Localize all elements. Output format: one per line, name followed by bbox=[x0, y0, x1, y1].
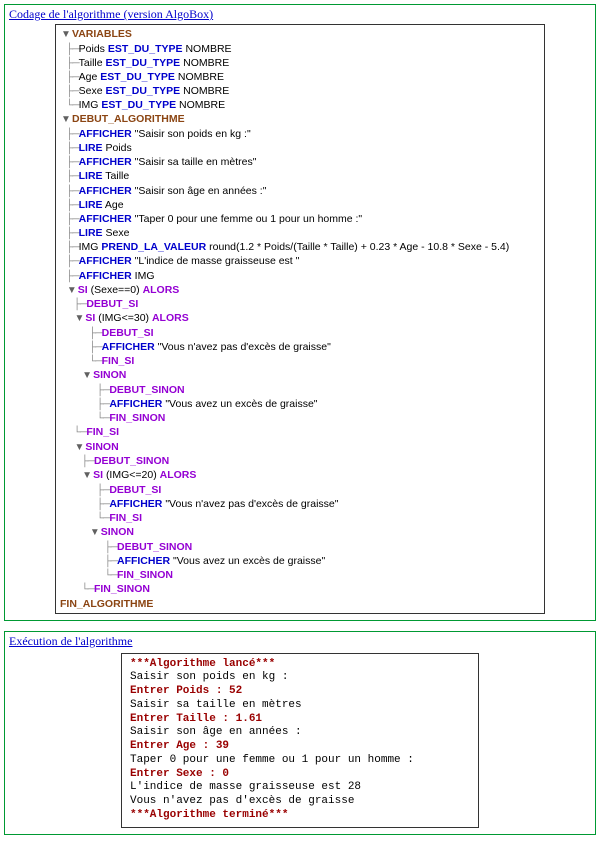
expand-icon: ▼ bbox=[60, 28, 72, 42]
exec-line: ***Algorithme lancé*** bbox=[130, 658, 470, 672]
exec-line: Saisir sa taille en mètres bbox=[130, 699, 470, 713]
var-name: Sexe bbox=[79, 85, 103, 97]
tree-row: ├─AFFICHER "Vous avez un excès de graiss… bbox=[60, 397, 540, 411]
tree-row: ├─DEBUT_SINON bbox=[60, 540, 540, 554]
tree-row: ├─LIRE Poids bbox=[60, 141, 540, 155]
tree-row: ├─AFFICHER "Saisir sa taille en mètres" bbox=[60, 155, 540, 169]
kw-variables: VARIABLES bbox=[72, 28, 132, 40]
exec-line: L'indice de masse graisseuse est 28 bbox=[130, 781, 470, 795]
tree-row: FIN_ALGORITHME bbox=[60, 597, 540, 611]
tree-row: ├─Taille EST_DU_TYPE NOMBRE bbox=[60, 56, 540, 70]
tree-row: ├─DEBUT_SINON bbox=[60, 383, 540, 397]
tree-row: ├─AFFICHER "Vous avez un excès de graiss… bbox=[60, 554, 540, 568]
tree-row: ├─AFFICHER "Saisir son âge en années :" bbox=[60, 184, 540, 198]
tree-row: ├─AFFICHER IMG bbox=[60, 269, 540, 283]
tree-row: ├─AFFICHER "Taper 0 pour une femme ou 1 … bbox=[60, 212, 540, 226]
execution-panel-title: Exécution de l'algorithme bbox=[9, 634, 591, 649]
exec-line: Entrer Age : 39 bbox=[130, 740, 470, 754]
exec-line: Entrer Taille : 1.61 bbox=[130, 713, 470, 727]
exec-line: Entrer Poids : 52 bbox=[130, 685, 470, 699]
tree-row: └─IMG EST_DU_TYPE NOMBRE bbox=[60, 98, 540, 112]
tree-row: ▼SINON bbox=[60, 440, 540, 455]
tree-row: ├─DEBUT_SI bbox=[60, 483, 540, 497]
tree-row: ├─AFFICHER "Vous n'avez pas d'excès de g… bbox=[60, 497, 540, 511]
tree-row: ├─LIRE Taille bbox=[60, 169, 540, 183]
algorithm-tree: ▼VARIABLES ├─Poids EST_DU_TYPE NOMBRE ├─… bbox=[55, 24, 545, 614]
tree-row: └─FIN_SI bbox=[60, 511, 540, 525]
var-name: Age bbox=[79, 71, 98, 83]
tree-row: ├─DEBUT_SINON bbox=[60, 454, 540, 468]
tree-row: ▼SINON bbox=[60, 368, 540, 383]
tree-row: ▼DEBUT_ALGORITHME bbox=[60, 112, 540, 127]
var-name: Poids bbox=[79, 43, 105, 55]
tree-row: ├─LIRE Age bbox=[60, 198, 540, 212]
exec-line: Entrer Sexe : 0 bbox=[130, 768, 470, 782]
expand-icon: ▼ bbox=[73, 441, 85, 455]
tree-row: └─FIN_SI bbox=[60, 354, 540, 368]
exec-line: Vous n'avez pas d'excès de graisse bbox=[130, 795, 470, 809]
execution-output: ***Algorithme lancé*** Saisir son poids … bbox=[121, 653, 479, 828]
tree-row: └─FIN_SI bbox=[60, 425, 540, 439]
code-panel: Codage de l'algorithme (version AlgoBox)… bbox=[4, 4, 596, 621]
expand-icon: ▼ bbox=[66, 284, 78, 298]
tree-row: ├─Sexe EST_DU_TYPE NOMBRE bbox=[60, 84, 540, 98]
code-panel-title: Codage de l'algorithme (version AlgoBox) bbox=[9, 7, 591, 22]
tree-row: ├─LIRE Sexe bbox=[60, 226, 540, 240]
kw-fin-algo: FIN_ALGORITHME bbox=[60, 598, 153, 610]
tree-row: ▼SINON bbox=[60, 525, 540, 540]
tree-row: ▼SI (IMG<=20) ALORS bbox=[60, 468, 540, 483]
tree-row: ├─DEBUT_SI bbox=[60, 297, 540, 311]
var-name: IMG bbox=[79, 99, 99, 111]
kw-debut-algo: DEBUT_ALGORITHME bbox=[72, 113, 185, 125]
tree-row: ▼VARIABLES bbox=[60, 27, 540, 42]
expand-icon: ▼ bbox=[60, 113, 72, 127]
tree-row: └─FIN_SINON bbox=[60, 568, 540, 582]
tree-row: ├─AFFICHER "L'indice de masse graisseuse… bbox=[60, 254, 540, 268]
exec-line: Taper 0 pour une femme ou 1 pour un homm… bbox=[130, 754, 470, 768]
var-name: Taille bbox=[79, 57, 103, 69]
execution-panel: Exécution de l'algorithme ***Algorithme … bbox=[4, 631, 596, 835]
tree-row: └─FIN_SINON bbox=[60, 411, 540, 425]
exec-line: Saisir son âge en années : bbox=[130, 726, 470, 740]
tree-row: ▼SI (IMG<=30) ALORS bbox=[60, 311, 540, 326]
tree-row: ├─DEBUT_SI bbox=[60, 326, 540, 340]
expand-icon: ▼ bbox=[89, 526, 101, 540]
tree-row: ├─AFFICHER "Vous n'avez pas d'excès de g… bbox=[60, 340, 540, 354]
exec-line: ***Algorithme terminé*** bbox=[130, 809, 470, 823]
exec-line: Saisir son poids en kg : bbox=[130, 671, 470, 685]
expand-icon: ▼ bbox=[81, 469, 93, 483]
tree-row: ▼SI (Sexe==0) ALORS bbox=[60, 283, 540, 298]
expand-icon: ▼ bbox=[81, 369, 93, 383]
tree-row: └─FIN_SINON bbox=[60, 582, 540, 596]
expand-icon: ▼ bbox=[73, 312, 85, 326]
tree-row: ├─IMG PREND_LA_VALEUR round(1.2 * Poids/… bbox=[60, 240, 540, 254]
tree-row: ├─AFFICHER "Saisir son poids en kg :" bbox=[60, 127, 540, 141]
tree-row: ├─Age EST_DU_TYPE NOMBRE bbox=[60, 70, 540, 84]
tree-row: ├─Poids EST_DU_TYPE NOMBRE bbox=[60, 42, 540, 56]
